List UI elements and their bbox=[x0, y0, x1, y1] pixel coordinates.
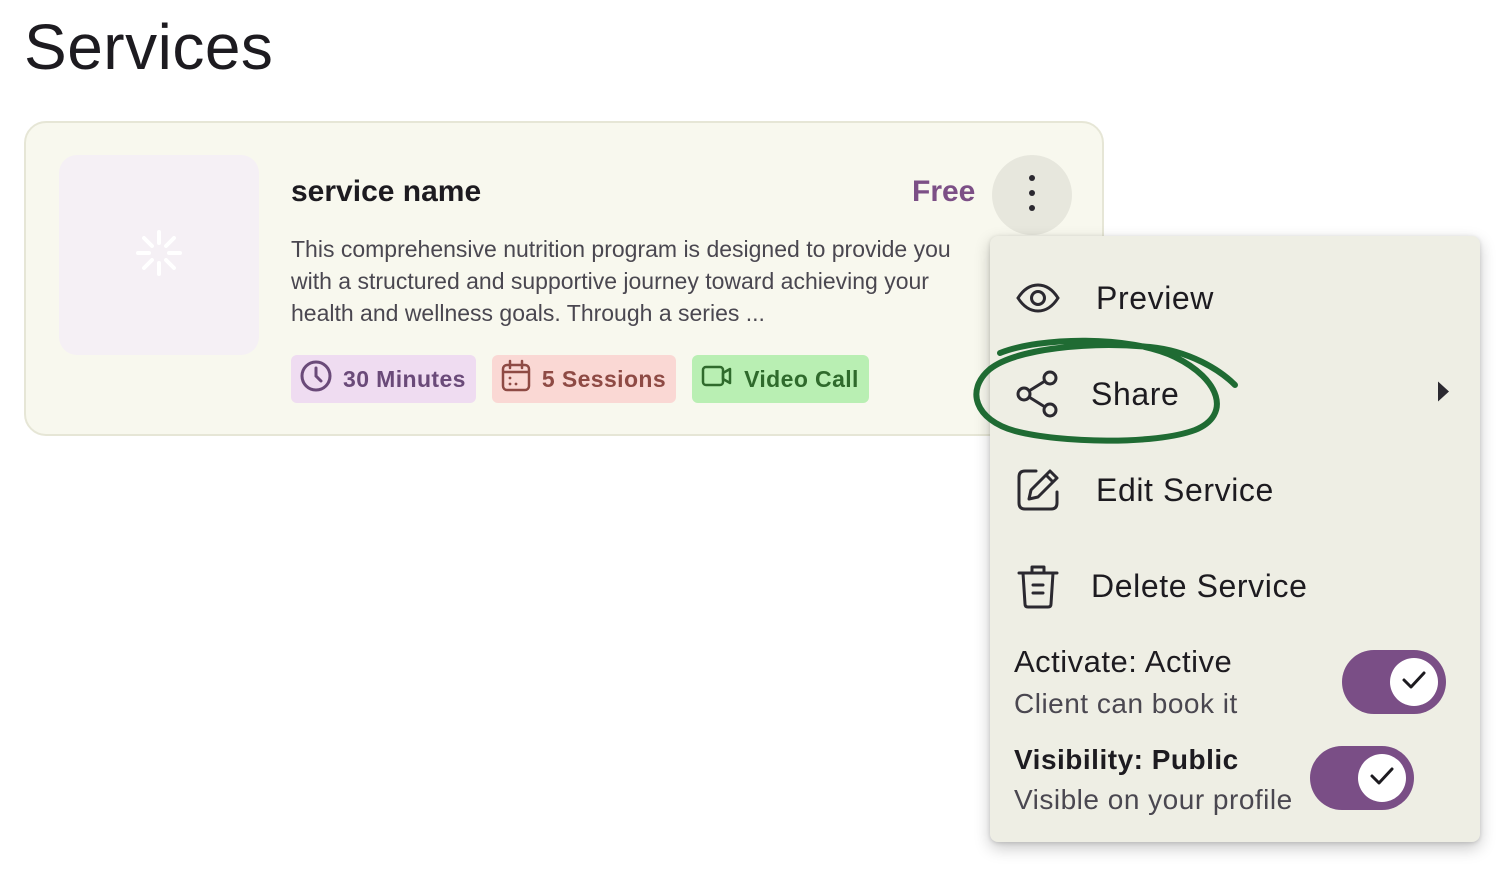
activate-title: Activate: Active bbox=[1014, 644, 1233, 679]
visibility-title: Visibility: Public bbox=[1014, 744, 1239, 775]
service-price: Free bbox=[912, 175, 976, 208]
service-options-menu: Preview Share Edit Service Delete Servic… bbox=[990, 236, 1480, 842]
service-card[interactable]: service name Free This comprehensive nut… bbox=[24, 121, 1104, 436]
sessions-tag: 5 Sessions bbox=[491, 355, 677, 403]
calendar-icon bbox=[500, 359, 532, 399]
service-tags: 30 Minutes 5 Sessions Video Call bbox=[291, 355, 869, 403]
loading-spinner-icon bbox=[134, 228, 184, 283]
activate-switch[interactable] bbox=[1342, 650, 1446, 714]
activate-subtitle: Client can book it bbox=[1014, 688, 1238, 719]
visibility-switch[interactable] bbox=[1310, 746, 1414, 810]
more-options-button[interactable] bbox=[992, 155, 1072, 235]
service-description: This comprehensive nutrition program is … bbox=[291, 233, 1011, 329]
duration-label: 30 Minutes bbox=[343, 365, 466, 392]
check-icon bbox=[1401, 669, 1427, 696]
duration-tag: 30 Minutes bbox=[291, 355, 476, 403]
video-call-tag: Video Call bbox=[692, 355, 869, 403]
menu-item-delete-service[interactable]: Delete Service bbox=[990, 538, 1480, 634]
more-vertical-icon bbox=[1027, 173, 1037, 218]
menu-item-label: Edit Service bbox=[1096, 471, 1274, 508]
description-line: with a structured and supportive journey… bbox=[291, 268, 929, 294]
share-icon bbox=[1014, 370, 1062, 418]
visibility-toggle-row: Visibility: Public Visible on your profi… bbox=[1014, 744, 1293, 816]
menu-item-label: Delete Service bbox=[1091, 567, 1308, 604]
service-thumbnail bbox=[59, 155, 259, 355]
trash-icon bbox=[1014, 562, 1062, 610]
check-icon bbox=[1369, 765, 1395, 792]
description-line: health and wellness goals. Through a ser… bbox=[291, 300, 765, 326]
menu-item-label: Share bbox=[1091, 375, 1180, 412]
switch-knob bbox=[1390, 658, 1438, 706]
video-camera-icon bbox=[700, 361, 734, 397]
service-name: service name bbox=[291, 175, 482, 208]
activate-toggle-row: Activate: Active Client can book it bbox=[1014, 644, 1238, 720]
chevron-right-icon bbox=[1436, 381, 1450, 408]
page-title: Services bbox=[24, 11, 274, 83]
description-line: This comprehensive nutrition program is … bbox=[291, 236, 951, 262]
menu-item-share[interactable]: Share bbox=[990, 346, 1480, 442]
video-call-label: Video Call bbox=[744, 365, 859, 392]
menu-item-preview[interactable]: Preview bbox=[990, 250, 1480, 346]
sessions-label: 5 Sessions bbox=[541, 365, 667, 392]
clock-icon bbox=[299, 359, 333, 399]
edit-icon bbox=[1014, 466, 1062, 514]
eye-icon bbox=[1014, 274, 1062, 322]
visibility-subtitle: Visible on your profile bbox=[1014, 784, 1293, 815]
menu-item-label: Preview bbox=[1096, 279, 1215, 316]
menu-item-edit-service[interactable]: Edit Service bbox=[990, 442, 1480, 538]
switch-knob bbox=[1358, 754, 1406, 802]
